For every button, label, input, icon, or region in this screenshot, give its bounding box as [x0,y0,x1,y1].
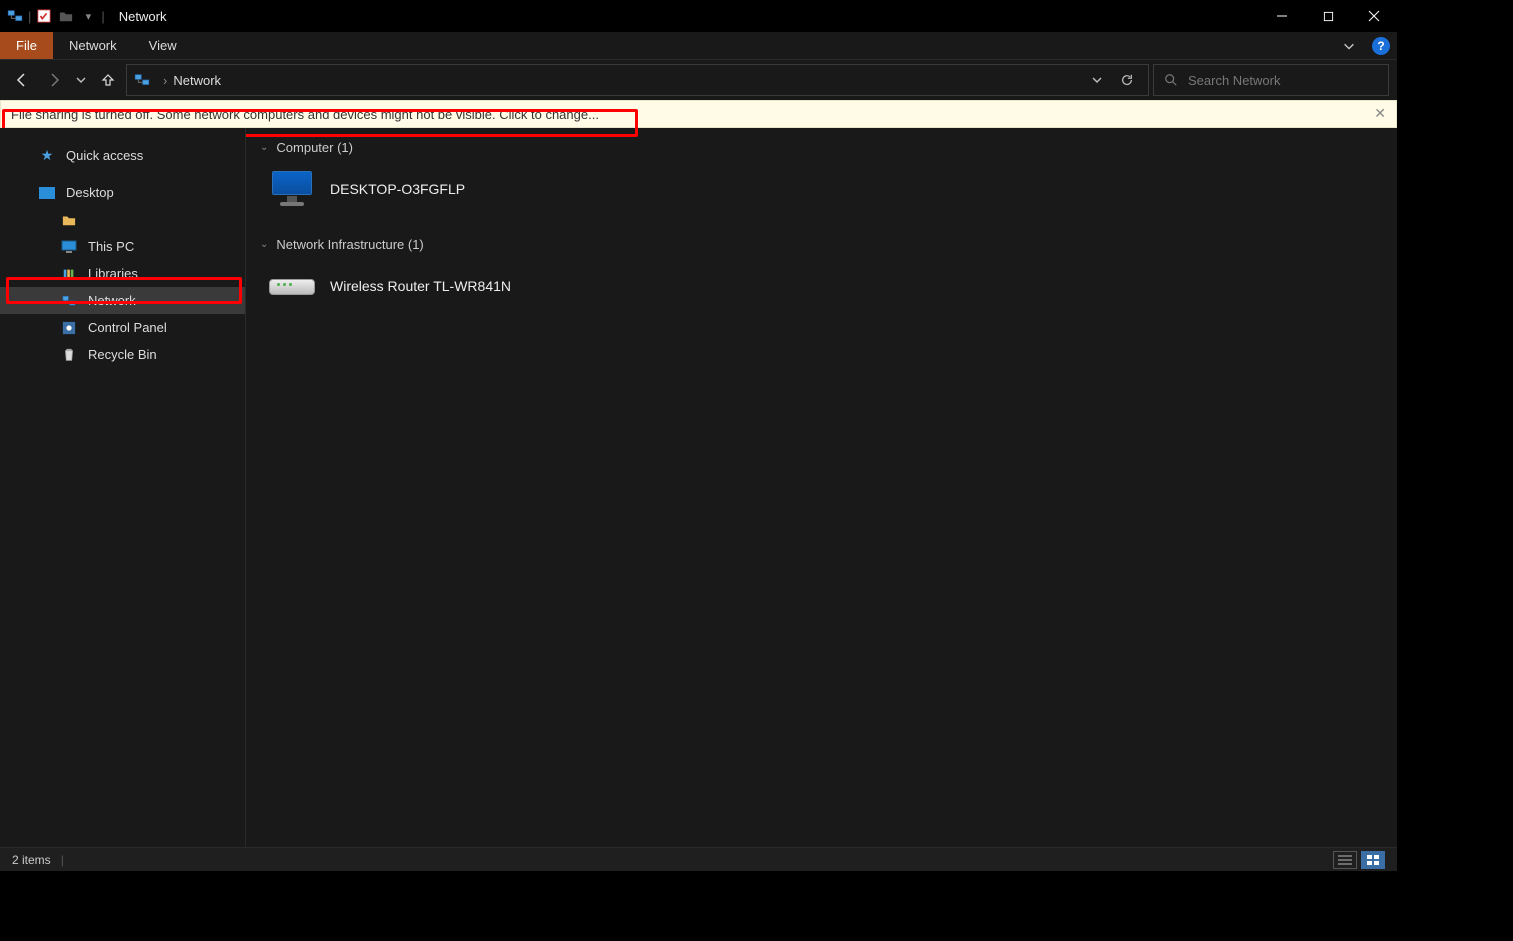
sidebar-item-quick-access[interactable]: ★ Quick access [0,142,245,169]
recent-locations-button[interactable] [72,66,90,94]
sidebar-label: Recycle Bin [88,347,157,362]
sidebar-label: Libraries [88,266,138,281]
sidebar-label: Desktop [66,185,114,200]
sidebar-item-control-panel[interactable]: Control Panel [0,314,245,341]
sidebar-label: Network [88,293,136,308]
search-icon [1164,73,1178,87]
search-box[interactable] [1153,64,1389,96]
forward-button[interactable] [40,66,68,94]
minimize-button[interactable] [1259,0,1305,32]
user-folder-icon [60,211,78,229]
sidebar-label: Quick access [66,148,143,163]
back-button[interactable] [8,66,36,94]
sidebar-item-recycle-bin[interactable]: Recycle Bin [0,341,245,368]
search-input[interactable] [1188,73,1378,88]
address-bar[interactable]: › Network [126,64,1149,96]
tab-view[interactable]: View [133,32,193,59]
breadcrumb-network[interactable]: Network [173,73,221,88]
item-computer[interactable]: DESKTOP-O3FGFLP [246,161,1397,231]
up-button[interactable] [94,66,122,94]
router-icon [268,262,316,310]
group-header-label: Network Infrastructure (1) [276,237,423,252]
sidebar-label: This PC [88,239,134,254]
close-button[interactable] [1351,0,1397,32]
help-button[interactable]: ? [1365,32,1397,59]
help-icon: ? [1372,37,1390,55]
sidebar-item-network[interactable]: Network [0,287,245,314]
group-header-network-infrastructure[interactable]: ⌄ Network Infrastructure (1) [246,231,1397,258]
status-bar: 2 items | [0,847,1397,871]
network-icon [60,292,78,310]
sidebar-item-desktop[interactable]: Desktop [0,179,245,206]
sidebar-item-user[interactable] [0,206,245,233]
item-label: Wireless Router TL-WR841N [330,278,511,294]
group-header-computer[interactable]: ⌄ Computer (1) [246,134,1397,161]
libraries-icon [60,265,78,283]
desktop-icon [38,184,56,202]
info-bar[interactable]: File sharing is turned off. Some network… [0,100,1397,128]
sidebar-item-libraries[interactable]: Libraries [0,260,245,287]
tab-network[interactable]: Network [53,32,133,59]
refresh-button[interactable] [1112,65,1142,95]
file-explorer-window: | ▾ | Network File Network View [0,0,1397,871]
ribbon-expand-icon[interactable] [1333,32,1365,59]
qat-new-folder-icon[interactable] [57,7,75,25]
status-item-count: 2 items [12,853,51,867]
recycle-bin-icon [60,346,78,364]
navigation-pane: ★ Quick access Desktop This PC [0,128,246,847]
breadcrumb-chevron-icon[interactable]: › [157,73,173,88]
view-details-button[interactable] [1333,851,1357,869]
address-network-icon [133,71,151,89]
star-icon: ★ [38,147,56,165]
chevron-down-icon[interactable]: ⌄ [260,142,268,153]
computer-icon [268,165,316,213]
sidebar-label: Control Panel [88,320,167,335]
title-bar: | ▾ | Network [0,0,1397,32]
info-bar-close-icon[interactable]: ✕ [1374,105,1386,122]
sidebar-item-this-pc[interactable]: This PC [0,233,245,260]
ribbon: File Network View ? [0,32,1397,60]
body: ★ Quick access Desktop This PC [0,128,1397,847]
address-history-button[interactable] [1082,65,1112,95]
item-router[interactable]: Wireless Router TL-WR841N [246,258,1397,328]
item-label: DESKTOP-O3FGFLP [330,181,465,197]
control-panel-icon [60,319,78,337]
qat-customize-icon[interactable]: ▾ [79,7,97,25]
group-header-label: Computer (1) [276,140,353,155]
view-large-icons-button[interactable] [1361,851,1385,869]
info-bar-text: File sharing is turned off. Some network… [11,107,599,122]
qat-properties-icon[interactable] [35,7,53,25]
content-pane[interactable]: ⌄ Computer (1) DESKTOP-O3FGFLP ⌄ Network… [246,128,1397,847]
chevron-down-icon[interactable]: ⌄ [260,239,268,250]
navigation-bar: › Network [0,60,1397,100]
this-pc-icon [60,238,78,256]
tab-file[interactable]: File [0,32,53,59]
network-icon [6,7,24,25]
window-title: Network [111,9,167,24]
maximize-button[interactable] [1305,0,1351,32]
